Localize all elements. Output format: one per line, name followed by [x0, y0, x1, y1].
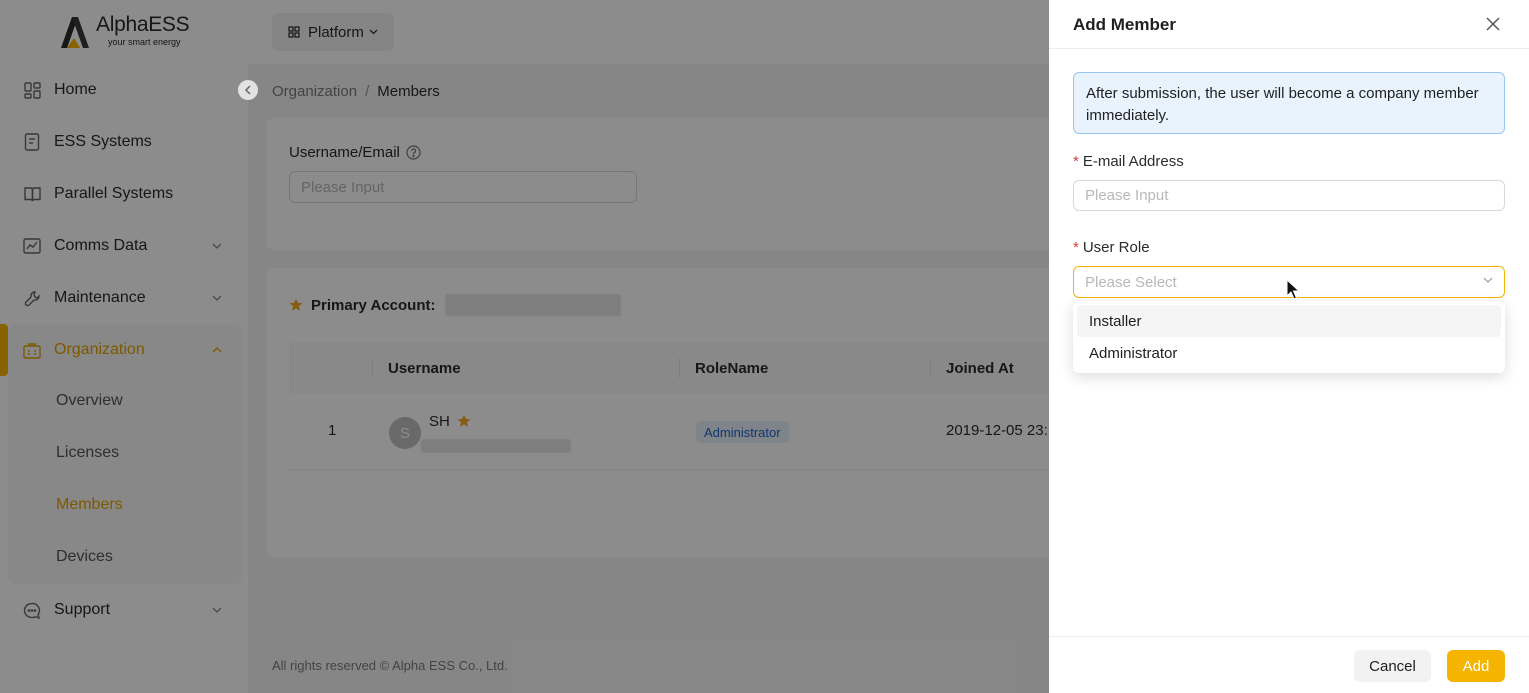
- required-mark: *: [1073, 153, 1079, 170]
- close-button[interactable]: [1483, 14, 1503, 34]
- drawer-header: Add Member: [1049, 0, 1529, 49]
- email-label-text: E-mail Address: [1082, 153, 1184, 170]
- email-field[interactable]: [1073, 180, 1505, 211]
- user-role-placeholder: Please Select: [1085, 273, 1177, 291]
- mouse-cursor-icon: [1286, 279, 1300, 300]
- email-label: * E-mail Address: [1073, 153, 1184, 170]
- role-option-administrator[interactable]: Administrator: [1077, 337, 1501, 369]
- close-icon: [1486, 17, 1500, 31]
- role-option-installer[interactable]: Installer: [1077, 305, 1501, 337]
- required-mark: *: [1073, 239, 1079, 256]
- chevron-down-icon: [1483, 277, 1493, 283]
- drawer-title: Add Member: [1073, 15, 1176, 34]
- user-role-label: * User Role: [1073, 239, 1150, 256]
- chevron-left-icon: [244, 85, 251, 95]
- info-alert: After submission, the user will become a…: [1073, 72, 1505, 134]
- user-role-label-text: User Role: [1082, 239, 1150, 256]
- add-button[interactable]: Add: [1447, 650, 1505, 682]
- drawer-footer: Cancel Add: [1049, 636, 1529, 693]
- user-role-dropdown: Installer Administrator: [1073, 301, 1505, 373]
- sidebar-collapse-button[interactable]: [238, 80, 258, 100]
- cancel-button[interactable]: Cancel: [1354, 650, 1431, 682]
- add-member-drawer: Add Member After submission, the user wi…: [1049, 0, 1529, 693]
